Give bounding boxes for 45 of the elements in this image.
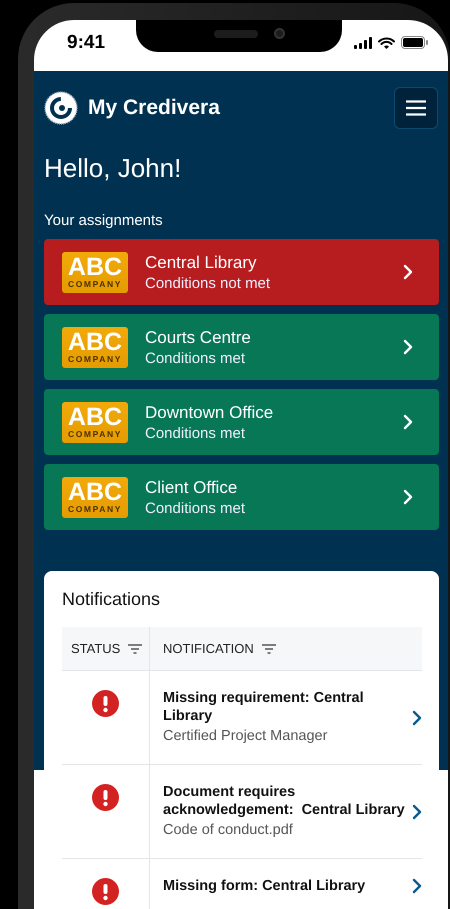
error-icon (92, 690, 119, 717)
signal-icon (354, 36, 372, 48)
company-logo: ABC COMPANY (62, 326, 128, 368)
chevron-right-icon (403, 339, 413, 355)
chevron-right-icon (403, 414, 413, 430)
assignment-name: Central Library (145, 252, 258, 272)
chevron-right-icon (412, 804, 422, 820)
logo-icon (44, 91, 78, 125)
notification-item[interactable]: Document requires acknowledgement: Central Library Code of conduct.pdf (150, 765, 422, 859)
chevron-right-icon (412, 710, 422, 726)
assignment-status: Conditions met (145, 350, 246, 366)
notification-item[interactable]: Missing requirement: Central Library Certified Project Manager (150, 671, 422, 765)
battery-icon (401, 36, 428, 49)
error-icon (92, 878, 119, 905)
status-time: 9:41 (67, 32, 106, 54)
menu-icon (406, 100, 426, 116)
wifi-icon (378, 36, 395, 48)
assignment-status: Conditions not met (145, 274, 272, 292)
notification-title: Missing requirement: Central Library (163, 689, 365, 725)
greeting: Hello, John! (44, 153, 182, 184)
company-logo: ABC COMPANY (62, 476, 128, 518)
chevron-right-icon (412, 878, 422, 894)
section-label: Your assignments (44, 212, 164, 229)
assignment-name: Courts Centre (145, 328, 252, 348)
chevron-right-icon (403, 264, 413, 280)
notification-detail: Code of conduct.pdf (163, 821, 294, 840)
assignment-status: Conditions met (145, 424, 246, 442)
app-name: My Credivera (88, 96, 220, 120)
filter-icon[interactable] (128, 644, 142, 654)
error-icon (92, 784, 119, 811)
company-logo: ABC COMPANY (62, 402, 128, 442)
menu-button[interactable] (394, 87, 438, 129)
card-title: Notifications (62, 589, 162, 610)
notification-title: Document requires acknowledgement: Central Library (163, 783, 406, 819)
assignment-status: Conditions met (145, 500, 246, 516)
notification-item[interactable]: Missing form: Central Library (150, 859, 422, 909)
column-label: NOTIFICATION (163, 641, 254, 656)
column-label: STATUS (71, 641, 120, 656)
notification-detail: Certified Project Manager (163, 727, 328, 746)
assignment-name: Downtown Office (145, 402, 274, 422)
filter-icon[interactable] (262, 644, 276, 654)
notification-title: Missing form: Central Library (163, 877, 366, 895)
company-logo: ABC COMPANY (62, 252, 128, 292)
chevron-right-icon (403, 489, 413, 505)
assignment-name: Client Office (145, 478, 238, 498)
